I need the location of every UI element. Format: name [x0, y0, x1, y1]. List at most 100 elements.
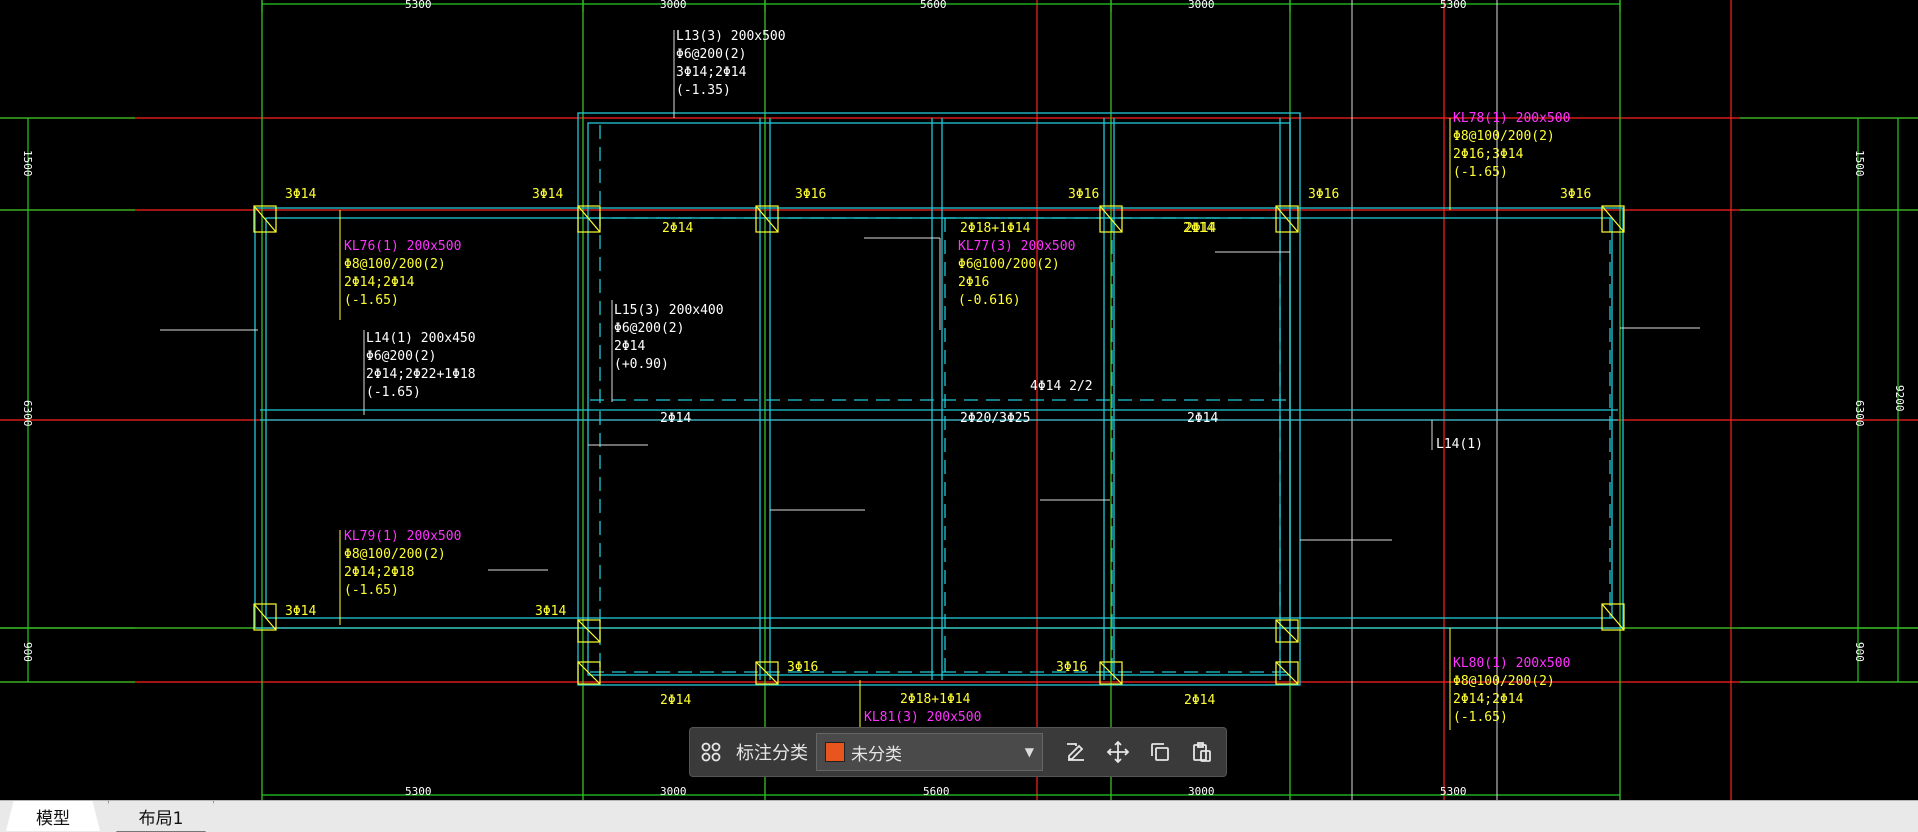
- svg-text:3000: 3000: [1188, 0, 1215, 11]
- annotation-toolbar: 标注分类 未分类 ▼: [690, 728, 1226, 776]
- svg-text:2Φ14;2Φ14: 2Φ14;2Φ14: [1453, 692, 1524, 707]
- svg-text:2Φ16: 2Φ16: [958, 275, 989, 290]
- svg-text:Φ6@100/200(2): Φ6@100/200(2): [958, 257, 1060, 272]
- layout-tab-bar: 模型 布局1: [0, 800, 1918, 832]
- svg-text:L14(1): L14(1): [1436, 437, 1483, 452]
- annotation-kl78[interactable]: KL78(1) 200x500 Φ8@100/200(2) 2Φ16;3Φ14 …: [1453, 111, 1570, 180]
- svg-text:3Φ16: 3Φ16: [1560, 187, 1591, 202]
- svg-text:6300: 6300: [1853, 400, 1866, 427]
- svg-text:3000: 3000: [660, 785, 687, 798]
- svg-text:2Φ14;2Φ14: 2Φ14;2Φ14: [344, 275, 415, 290]
- svg-text:2Φ14: 2Φ14: [1187, 411, 1218, 426]
- svg-text:Φ8@100/200(2): Φ8@100/200(2): [344, 257, 446, 272]
- beams: [254, 112, 1624, 686]
- svg-text:5300: 5300: [405, 0, 432, 11]
- svg-text:2Φ14;2Φ18: 2Φ14;2Φ18: [344, 565, 414, 580]
- chevron-down-icon: ▼: [1024, 745, 1034, 759]
- annotation-kl79[interactable]: KL79(1) 200x500 Φ8@100/200(2) 2Φ14;2Φ18 …: [344, 529, 461, 598]
- dimensions-top: 5300 3000 5600 3000 5300: [405, 0, 1467, 11]
- svg-text:Φ6@200(2): Φ6@200(2): [366, 349, 436, 364]
- svg-text:(-1.65): (-1.65): [1453, 710, 1508, 725]
- svg-text:2Φ14: 2Φ14: [660, 693, 691, 708]
- svg-text:1500: 1500: [21, 150, 34, 177]
- svg-text:5300: 5300: [405, 785, 432, 798]
- axis-lines: [0, 0, 1918, 800]
- svg-text:Φ6@200(2): Φ6@200(2): [614, 321, 684, 336]
- svg-text:Φ6@200(2): Φ6@200(2): [676, 47, 746, 62]
- dimension-lines: [0, 0, 1918, 800]
- svg-text:2Φ14: 2Φ14: [1185, 221, 1216, 236]
- svg-text:1500: 1500: [1853, 150, 1866, 177]
- svg-text:5300: 5300: [1440, 0, 1467, 11]
- move-icon[interactable]: [1097, 728, 1139, 776]
- svg-text:2Φ14: 2Φ14: [1184, 693, 1215, 708]
- svg-text:3Φ14: 3Φ14: [535, 604, 566, 619]
- category-dropdown[interactable]: 未分类 ▼: [816, 733, 1043, 771]
- rebar-labels: 3Φ14 3Φ14 3Φ16 3Φ16 3Φ16 3Φ16 2Φ14 2Φ14 …: [285, 187, 1591, 708]
- tab-model[interactable]: 模型: [6, 801, 100, 831]
- svg-text:3Φ14;2Φ14: 3Φ14;2Φ14: [676, 65, 747, 80]
- svg-text:900: 900: [1853, 642, 1866, 662]
- annotation-kl76[interactable]: KL76(1) 200x500 Φ8@100/200(2) 2Φ14;2Φ14 …: [344, 239, 461, 308]
- svg-text:(-1.65): (-1.65): [366, 385, 421, 400]
- svg-text:5600: 5600: [920, 0, 947, 11]
- svg-text:3Φ16: 3Φ16: [795, 187, 826, 202]
- svg-text:3Φ14: 3Φ14: [285, 604, 316, 619]
- svg-text:3000: 3000: [660, 0, 687, 11]
- annotation-l14[interactable]: L14(1) 200x450 Φ6@200(2) 2Φ14;2Φ22+1Φ18 …: [366, 331, 476, 400]
- category-value: 未分类: [851, 744, 902, 765]
- svg-text:2Φ14;2Φ22+1Φ18: 2Φ14;2Φ22+1Φ18: [366, 367, 476, 382]
- svg-text:KL78(1) 200x500: KL78(1) 200x500: [1453, 111, 1570, 126]
- drawing-canvas[interactable]: 5300 3000 5600 3000 5300 5300 3000 5600 …: [0, 0, 1918, 800]
- svg-text:5300: 5300: [1440, 785, 1467, 798]
- svg-text:3000: 3000: [1188, 785, 1215, 798]
- svg-text:2Φ14: 2Φ14: [662, 221, 693, 236]
- category-grid-icon[interactable]: [690, 728, 732, 776]
- annotation-l15[interactable]: L15(3) 200x400 Φ6@200(2) 2Φ14 (+0.90): [614, 303, 724, 372]
- svg-text:(+0.90): (+0.90): [614, 357, 669, 372]
- svg-text:3Φ14: 3Φ14: [532, 187, 563, 202]
- svg-text:(-1.65): (-1.65): [344, 293, 399, 308]
- svg-text:3Φ16: 3Φ16: [1308, 187, 1339, 202]
- svg-text:(-1.65): (-1.65): [1453, 165, 1508, 180]
- category-color-swatch: [825, 742, 845, 762]
- columns: [253, 205, 1625, 685]
- annotation-kl77[interactable]: 2Φ18+1Φ14 KL77(3) 200x500 Φ6@100/200(2) …: [958, 221, 1075, 308]
- svg-text:3Φ16: 3Φ16: [1068, 187, 1099, 202]
- svg-text:9200: 9200: [1893, 385, 1906, 412]
- svg-text:5600: 5600: [923, 785, 950, 798]
- annotation-l13[interactable]: L13(3) 200x500 Φ6@200(2) 3Φ14;2Φ14 (-1.3…: [676, 29, 786, 98]
- tab-layout1[interactable]: 布局1: [108, 801, 214, 832]
- svg-text:KL80(1) 200x500: KL80(1) 200x500: [1453, 656, 1570, 671]
- svg-text:KL79(1) 200x500: KL79(1) 200x500: [344, 529, 461, 544]
- svg-text:KL77(3) 200x500: KL77(3) 200x500: [958, 239, 1075, 254]
- svg-text:6300: 6300: [21, 400, 34, 427]
- svg-text:KL81(3) 200x500: KL81(3) 200x500: [864, 710, 981, 725]
- annotation-kl80[interactable]: KL80(1) 200x500 Φ8@100/200(2) 2Φ14;2Φ14 …: [1453, 656, 1570, 725]
- svg-text:2Φ14: 2Φ14: [660, 411, 691, 426]
- svg-text:2Φ20/3Φ25: 2Φ20/3Φ25: [960, 411, 1030, 426]
- svg-text:2Φ18+1Φ14: 2Φ18+1Φ14: [900, 692, 971, 707]
- svg-text:KL76(1) 200x500: KL76(1) 200x500: [344, 239, 461, 254]
- svg-text:L14(1) 200x450: L14(1) 200x450: [366, 331, 476, 346]
- structural-plan: 5300 3000 5600 3000 5300 5300 3000 5600 …: [0, 0, 1918, 800]
- svg-text:3Φ16: 3Φ16: [787, 660, 818, 675]
- dimensions-bottom: 5300 3000 5600 3000 5300: [405, 785, 1467, 798]
- svg-text:(-1.65): (-1.65): [344, 583, 399, 598]
- svg-text:L13(3) 200x500: L13(3) 200x500: [676, 29, 786, 44]
- paste-icon[interactable]: [1181, 728, 1223, 776]
- svg-text:2Φ16;3Φ14: 2Φ16;3Φ14: [1453, 147, 1524, 162]
- svg-text:Φ8@100/200(2): Φ8@100/200(2): [1453, 129, 1555, 144]
- svg-text:L15(3) 200x400: L15(3) 200x400: [614, 303, 724, 318]
- copy-icon[interactable]: [1139, 728, 1181, 776]
- svg-text:(-1.35): (-1.35): [676, 83, 731, 98]
- svg-text:2Φ18+1Φ14: 2Φ18+1Φ14: [960, 221, 1031, 236]
- svg-text:3Φ16: 3Φ16: [1056, 660, 1087, 675]
- edit-icon[interactable]: [1055, 728, 1097, 776]
- toolbar-label: 标注分类: [736, 743, 808, 764]
- svg-text:4Φ14 2/2: 4Φ14 2/2: [1030, 379, 1093, 394]
- svg-text:Φ8@100/200(2): Φ8@100/200(2): [344, 547, 446, 562]
- svg-text:(-0.616): (-0.616): [958, 293, 1021, 308]
- annotation-kl81[interactable]: 2Φ18+1Φ14 KL81(3) 200x500: [864, 692, 981, 725]
- svg-text:2Φ14: 2Φ14: [614, 339, 645, 354]
